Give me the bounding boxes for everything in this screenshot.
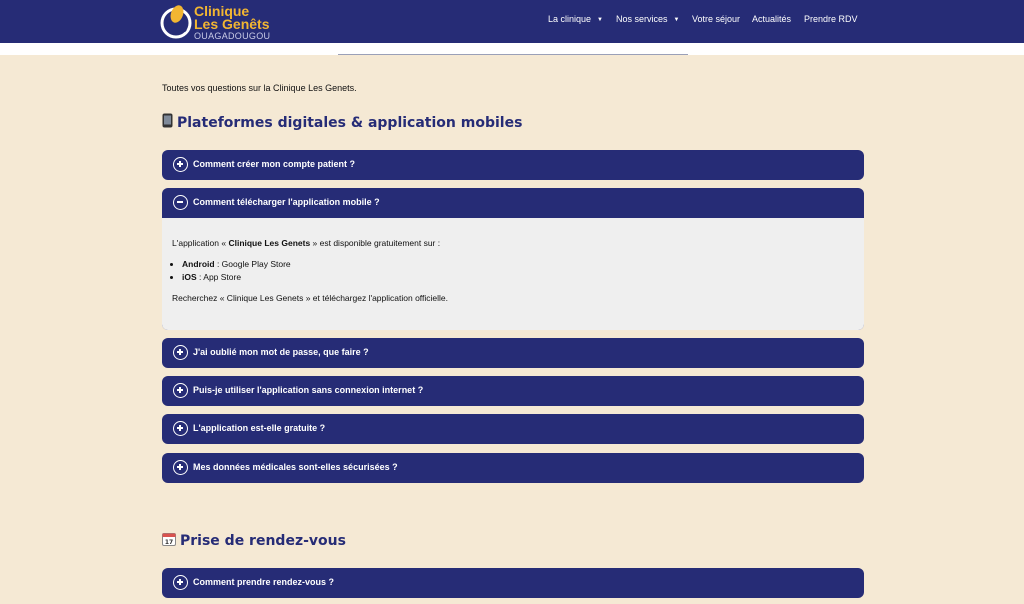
section-title-text: Prise de rendez-vous (180, 533, 346, 549)
nav-item-label: Nos services (616, 14, 668, 24)
nav-item-prendre-rdv[interactable]: Prendre RDV (804, 14, 858, 28)
nav-item-nos-services[interactable]: Nos services ▼ (616, 14, 679, 28)
plus-circle-icon (173, 383, 188, 398)
faq-question: Mes données médicales sont-elles sécuris… (193, 462, 398, 472)
mobile-phone-icon (162, 113, 173, 132)
list-item: Android : Google Play Store (182, 258, 291, 271)
logo-emblem-icon (160, 5, 192, 39)
platform-store: : Google Play Store (214, 259, 291, 269)
faq-item: L'application est-elle gratuite ? (162, 414, 864, 444)
dropdown-caret-icon: ▼ (673, 17, 680, 23)
faq-question: Comment prendre rendez-vous ? (193, 577, 335, 587)
faq-question-toggle[interactable]: L'application est-elle gratuite ? (162, 414, 864, 444)
section-title-rendez-vous: 17 Prise de rendez-vous (162, 532, 346, 550)
faq-question: Comment créer mon compte patient ? (193, 159, 356, 169)
platform-list: Android : Google Play Store iOS : App St… (182, 258, 291, 284)
nav-item-votre-sejour[interactable]: Votre séjour (692, 14, 740, 28)
nav-item-label: Votre séjour (692, 14, 741, 24)
faq-item: Comment prendre rendez-vous ? (162, 568, 864, 598)
logo-text-line3: OUAGADOUGOU (194, 31, 271, 41)
faq-question: L'application est-elle gratuite ? (193, 423, 326, 433)
answer-app-name: Clinique Les Genets (228, 238, 311, 248)
faq-question: J'ai oublié mon mot de passe, que faire … (193, 347, 369, 357)
faq-answer: L'application « Clinique Les Genets » es… (162, 218, 864, 330)
nav-item-label: Actualités (752, 14, 792, 24)
answer-paragraph: L'application « Clinique Les Genets » es… (172, 238, 440, 248)
section-title-digital: Plateformes digitales & application mobi… (162, 113, 522, 132)
clinic-logo[interactable]: Clinique Les Genêts OUAGADOUGOU (160, 1, 270, 41)
answer-text: L'application « (172, 238, 229, 248)
faq-question-toggle[interactable]: Comment créer mon compte patient ? (162, 150, 864, 180)
minus-circle-icon (173, 195, 188, 210)
logo-text-line2: Les Genêts (194, 16, 270, 32)
divider (338, 54, 688, 55)
faq-question: Comment télécharger l'application mobile… (193, 197, 380, 207)
plus-circle-icon (173, 421, 188, 436)
faq-question-toggle[interactable]: Comment prendre rendez-vous ? (162, 568, 864, 598)
intro-text: Toutes vos questions sur la Clinique Les… (162, 83, 357, 93)
list-item: iOS : App Store (182, 271, 291, 284)
faq-item: J'ai oublié mon mot de passe, que faire … (162, 338, 864, 368)
answer-text: » est disponible gratuitement sur : (310, 238, 441, 248)
nav-item-label: La clinique (548, 14, 592, 24)
faq-question-toggle[interactable]: J'ai oublié mon mot de passe, que faire … (162, 338, 864, 368)
platform-name: iOS (182, 272, 197, 282)
faq-question-toggle[interactable]: Puis-je utiliser l'application sans conn… (162, 376, 864, 406)
dropdown-caret-icon: ▼ (597, 17, 603, 23)
plus-circle-icon (173, 345, 188, 360)
faq-question: Puis-je utiliser l'application sans conn… (193, 385, 424, 395)
plus-circle-icon (173, 157, 188, 172)
nav-item-la-clinique[interactable]: La clinique ▼ (548, 14, 603, 28)
platform-store: : App Store (196, 272, 242, 282)
faq-item: Comment créer mon compte patient ? (162, 150, 864, 180)
faq-item: Puis-je utiliser l'application sans conn… (162, 376, 864, 406)
section-title-text: Plateformes digitales & application mobi… (177, 115, 523, 131)
faq-question-toggle[interactable]: Comment télécharger l'application mobile… (162, 188, 864, 218)
svg-text:17: 17 (165, 539, 173, 546)
faq-question-toggle[interactable]: Mes données médicales sont-elles sécuris… (162, 453, 864, 483)
nav-item-label: Prendre RDV (804, 14, 858, 24)
faq-item: Mes données médicales sont-elles sécuris… (162, 453, 864, 483)
plus-circle-icon (173, 460, 188, 475)
calendar-icon: 17 (162, 532, 176, 550)
platform-name: Android (182, 259, 215, 269)
plus-circle-icon (173, 575, 188, 590)
answer-paragraph: Recherchez « Clinique Les Genets » et té… (172, 293, 448, 303)
faq-item-expanded: Comment télécharger l'application mobile… (162, 188, 864, 330)
site-header: Clinique Les Genêts OUAGADOUGOU La clini… (0, 0, 1024, 43)
nav-item-actualites[interactable]: Actualités (752, 14, 791, 28)
